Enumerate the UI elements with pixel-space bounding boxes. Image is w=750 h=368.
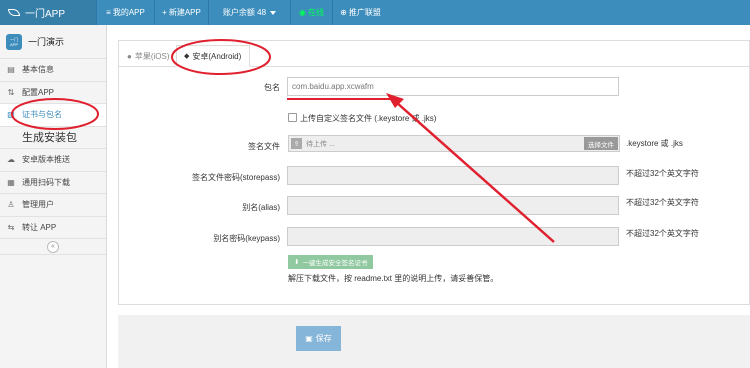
keypass-label: 别名密码(keypass) [213,234,280,243]
globe-icon: ⊕ [340,8,347,17]
tab-android-label: 安卓(Android) [192,51,242,61]
cloud-icon: ☁ [7,155,15,165]
leaf-icon [8,9,20,16]
top-navbar: 一门APP ≡ 我的APP + 新建APP 账户余额 48 ◉ 在线 ⊕ 推广联… [0,0,750,25]
tab-android[interactable]: ◆ 安卓(Android) [176,45,250,67]
save-button-label: 保存 [315,334,332,343]
sign-file-hint: .keystore 或 .jks [626,139,683,148]
save-icon: ▣ [305,334,313,343]
download-note: 解压下载文件，按 readme.txt 里的说明上传，请妥善保管。 [288,274,499,283]
app-icon-bottom: APP [9,41,18,47]
sidebar-item-qr-download[interactable]: ▦ 通用扫码下载 [0,172,106,194]
plus-icon: + [162,8,167,17]
storepass-label: 签名文件密码(storepass) [191,173,280,182]
generate-certificate-button[interactable]: ⬇ 一键生成安全签名证书 [288,255,374,269]
sign-file-input[interactable]: ⇪ 待上传 ... 选择文件 [288,135,620,152]
certificate-icon: ▧ [7,110,15,120]
tab-ios[interactable]: ● 苹果(iOS) [120,45,176,67]
nav-my-app[interactable]: ≡ 我的APP [96,0,154,25]
sidebar-item-label: 证书与包名 [22,110,62,120]
double-chevron-left-icon[interactable]: « [47,240,59,253]
sliders-icon: ⇅ [7,87,15,97]
balance-label: 账户余额 48 [222,8,267,17]
app-name: 一门演示 [28,37,65,47]
sidebar-item-config-app[interactable]: ⇅ 配置APP [0,82,106,104]
id-card-icon: ▤ [7,65,15,75]
alias-input[interactable] [287,196,619,215]
sidebar-item-label: 配置APP [22,87,55,97]
upload-icon: ⇪ [291,138,302,149]
android-icon: ◆ [184,53,190,60]
nav-balance[interactable]: 账户余额 48 [208,0,290,25]
sidebar-item-certificate[interactable]: ▧ 证书与包名 [0,104,106,127]
download-icon: ⬇ [294,259,300,266]
form-footer [118,315,750,368]
alias-hint: 不超过32个英文字符 [626,198,699,207]
storepass-hint: 不超过32个英文字符 [626,169,699,178]
sidebar-item-basic-info[interactable]: ▤ 基本信息 [0,59,106,82]
online-icon: ◉ [299,8,306,17]
apple-icon: ● [127,51,132,61]
app-icon: 一门 APP [6,33,22,50]
nav-affiliate-label: 推广联盟 [348,8,381,17]
sidebar-item-label: 生成安装包 [22,132,77,145]
sidebar-item-build-package[interactable]: 生成安装包 [0,127,106,149]
sidebar-item-manage-users[interactable]: ♙ 管理用户 [0,194,106,217]
qrcode-icon: ▦ [7,177,15,187]
logo-text: 一门APP [25,9,66,20]
sidebar: 一门 APP 一门演示 ▤ 基本信息 ⇅ 配置APP ▧ 证书与包名 生成安装包… [0,25,107,368]
sidebar-item-label: 转让 APP [22,222,57,232]
storepass-input[interactable] [287,166,619,185]
custom-sign-checkbox[interactable] [288,113,297,122]
nav-online-status[interactable]: ◉ 在线 [290,0,332,25]
sidebar-item-label: 安卓版本推送 [22,155,70,165]
list-icon: ≡ [106,8,111,17]
nav-affiliate[interactable]: ⊕ 推广联盟 [332,0,388,25]
choose-file-button[interactable]: 选择文件 [584,137,618,150]
sign-file-placeholder: 待上传 ... [306,141,335,148]
nav-new-app[interactable]: + 新建APP [154,0,208,25]
keypass-input[interactable] [287,227,619,246]
sidebar-item-label: 管理用户 [22,200,54,210]
app-logo[interactable]: 一门APP [0,0,96,25]
tab-ios-label: 苹果(iOS) [134,51,170,61]
custom-sign-label: 上传自定义签名文件 (.keystore 或 .jks) [300,114,437,123]
nav-my-app-label: 我的APP [112,8,145,17]
alias-label: 别名(alias) [242,203,280,212]
sidebar-item-label: 基本信息 [22,65,54,75]
sign-file-label: 签名文件 [248,142,280,151]
app-profile: 一门 APP 一门演示 [0,25,106,59]
sidebar-item-label: 通用扫码下载 [22,177,70,187]
user-icon: ♙ [7,200,15,210]
nav-new-app-label: 新建APP [168,8,201,17]
online-label: 在线 [307,8,324,17]
package-label: 包名 [264,83,280,92]
sidebar-item-android-push[interactable]: ☁ 安卓版本推送 [0,149,106,172]
sidebar-collapse-bar: « [0,239,106,255]
caret-down-icon [270,10,277,15]
keypass-hint: 不超过32个英文字符 [626,229,699,238]
sidebar-item-transfer-app[interactable]: ⇆ 转让 APP [0,217,106,239]
save-button[interactable]: ▣ 保存 [296,326,341,351]
package-input[interactable]: com.baidu.app.xcwafm [287,77,619,96]
transfer-icon: ⇆ [7,222,15,232]
generate-certificate-label: 一键生成安全签名证书 [302,260,368,267]
